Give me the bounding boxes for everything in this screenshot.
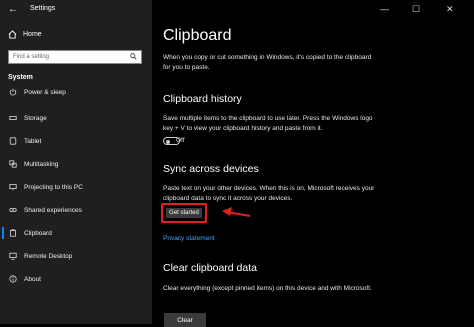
intro-text: When you copy or cut something in Window… xyxy=(163,54,372,71)
remote-desktop-icon xyxy=(9,252,17,260)
app-title: Settings xyxy=(30,5,56,12)
sidebar-item-label: Storage xyxy=(24,114,47,122)
storage-icon xyxy=(9,114,17,122)
sidebar-item-home[interactable]: Home xyxy=(8,30,42,39)
sidebar-item-label: About xyxy=(24,275,41,283)
sidebar-item-clipboard[interactable]: Clipboard xyxy=(0,222,152,244)
minimize-icon[interactable]: — xyxy=(380,4,389,14)
toggle-state-label: Off xyxy=(176,137,185,144)
clear-data-heading: Clear clipboard data xyxy=(163,262,257,274)
sidebar-item-projecting-to-this-pc[interactable]: Projecting to this PC xyxy=(0,176,152,198)
sidebar-item-label: Remote Desktop xyxy=(24,252,73,260)
back-arrow-icon[interactable]: ← xyxy=(8,4,18,15)
sidebar-item-label: Multitasking xyxy=(24,160,59,168)
main-panel: Clipboard When you copy or cut something… xyxy=(152,0,474,327)
active-indicator xyxy=(2,227,4,239)
power-icon xyxy=(9,88,17,96)
multitasking-icon xyxy=(9,160,17,168)
search-icon xyxy=(130,53,137,60)
about-icon xyxy=(9,275,17,283)
get-started-button[interactable]: Get started xyxy=(166,208,202,218)
close-icon[interactable]: ✕ xyxy=(446,4,454,15)
sync-description: Paste text on your other devices. When t… xyxy=(163,185,375,202)
red-arrow-icon xyxy=(222,207,251,217)
home-label: Home xyxy=(23,31,42,38)
sidebar-item-label: Tablet xyxy=(24,137,42,145)
titlebar: ← Settings — ☐ ✕ xyxy=(0,0,474,20)
sidebar-item-label: Shared experiences xyxy=(24,206,82,214)
sidebar-item-label: Projecting to this PC xyxy=(24,183,83,191)
clear-data-description: Clear everything (except pinned items) o… xyxy=(163,285,372,292)
highlight-box: Get started xyxy=(161,203,207,223)
sidebar-item-shared-experiences[interactable]: Shared experiences xyxy=(0,199,152,221)
sync-heading: Sync across devices xyxy=(163,163,259,175)
search-input[interactable]: Find a setting xyxy=(8,50,142,64)
sidebar-item-label: Clipboard xyxy=(24,229,52,237)
section-title: System xyxy=(8,74,33,81)
sidebar-item-remote-desktop[interactable]: Remote Desktop xyxy=(0,245,152,267)
toggle-knob xyxy=(166,139,170,144)
shared-experiences-icon xyxy=(9,206,17,214)
clipboard-history-description: Save multiple items to the clipboard to … xyxy=(163,115,373,132)
sidebar-item-tablet[interactable]: Tablet xyxy=(0,130,152,152)
sidebar-item-label: Power & sleep xyxy=(24,88,66,96)
clear-button[interactable]: Clear xyxy=(164,313,206,327)
sidebar-item-storage[interactable]: Storage xyxy=(0,107,152,129)
sidebar-item-power-sleep[interactable]: Power & sleep xyxy=(0,85,152,99)
home-icon xyxy=(8,30,17,39)
page-title: Clipboard xyxy=(163,27,232,44)
clipboard-icon xyxy=(9,229,17,237)
sidebar-item-multitasking[interactable]: Multitasking xyxy=(0,153,152,175)
clipboard-history-heading: Clipboard history xyxy=(163,93,242,105)
privacy-statement-link[interactable]: Privacy statement xyxy=(163,235,215,242)
projecting-icon xyxy=(9,183,17,191)
tablet-icon xyxy=(9,137,17,145)
search-placeholder: Find a setting xyxy=(13,54,50,60)
sidebar-item-about[interactable]: About xyxy=(0,268,152,290)
restore-icon[interactable]: ☐ xyxy=(412,4,420,15)
